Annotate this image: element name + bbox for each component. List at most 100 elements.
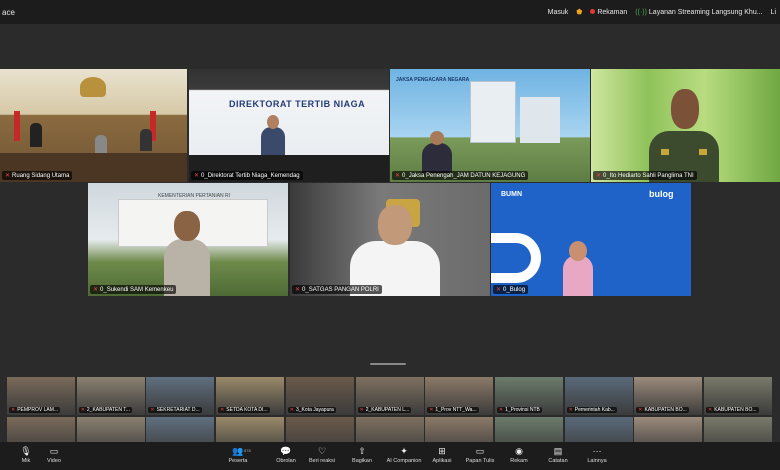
strip-resize-handle[interactable] xyxy=(370,363,406,365)
live-stream-icon: ((·)) xyxy=(635,8,647,16)
thumbnail-tile[interactable]: ✕ SETDA KOTA DI... xyxy=(216,377,285,415)
mic-muted-icon: ✕ xyxy=(5,173,11,179)
toolbar-label: Lainnya xyxy=(587,458,607,464)
mic-muted-icon: ✕ xyxy=(11,407,16,413)
meeting-toolbar: 🎙 Mik ▭ Video 👥 878 Peserta 💬 Obrolan ♡ Beri reaks… xyxy=(0,442,780,470)
participant-name: ✕ 0_Direktorat Tertib Niaga_Kemendag xyxy=(191,171,303,180)
notes-icon: ▤ xyxy=(553,446,563,456)
toolbar-heart-button[interactable]: ♡ Beri reaksi xyxy=(302,446,342,464)
bulog-backdrop-scene: BUMN bulog xyxy=(491,183,691,296)
thumbnail-name: ✕ 1_Prov NTT_Wa... xyxy=(427,407,479,413)
toolbar-apps-button[interactable]: ⊞ Aplikasi xyxy=(422,446,462,464)
toolbar-label: Beri reaksi xyxy=(309,458,335,464)
toolbar-share-button[interactable]: ⇧ Bagikan xyxy=(342,446,382,464)
toolbar-record-button[interactable]: ◉ Rekam xyxy=(499,446,539,464)
mic-muted-icon: ✕ xyxy=(496,287,502,293)
toolbar-label: Mik xyxy=(21,458,31,464)
toolbar-notes-button[interactable]: ▤ Catatan xyxy=(538,446,578,464)
thumbnail-tile[interactable]: ✕ SEKRETARIAT D... xyxy=(146,377,215,415)
chat-icon: 💬 xyxy=(280,446,292,456)
participant-name: ✕ 0_Sukendi SAM Kemenkeu xyxy=(90,285,177,294)
overflow-label[interactable]: Li xyxy=(771,9,776,16)
thumbnail-tile[interactable]: ✕ 1_Provinsi NTB xyxy=(494,377,563,415)
thumbnail-name: ✕ SETDA KOTA DI... xyxy=(218,407,270,413)
toolbar-label: Obrolan xyxy=(276,458,296,464)
video-tile[interactable]: DIREKTORAT TERTIB NIAGA ✕ 0_Direktorat Te… xyxy=(189,69,389,182)
thumbnail-name: ✕ PEMPROV LAM... xyxy=(9,407,61,413)
mic-muted-icon: ✕ xyxy=(429,407,434,413)
toolbar-more-button[interactable]: ⋯ Lainnya xyxy=(577,446,617,464)
toolbar-label: Rekam xyxy=(510,458,528,464)
participant-name: ✕ Ruang Sidang Utama xyxy=(2,171,73,180)
thumbnail-name: ✕ 1_Provinsi NTB xyxy=(496,407,542,413)
toolbar-label: Video xyxy=(47,458,61,464)
mic-muted-icon: ✕ xyxy=(498,407,504,413)
toolbar-whiteboard-button[interactable]: ▭ Papan Tulis xyxy=(460,446,500,464)
mic-muted-icon: ✕ xyxy=(289,407,294,413)
mic-muted-icon: ✕ xyxy=(150,407,155,413)
video-tile[interactable]: BUMN bulog ✕ 0_Bulog xyxy=(491,183,691,296)
mic-muted-icon: ✕ xyxy=(638,407,643,413)
thumbnail-tile[interactable]: ✕ 3_Kota Jayapura xyxy=(285,377,354,415)
backdrop-title: JAKSA PENGACARA NEGARA xyxy=(396,77,470,83)
toolbar-chat-button[interactable]: 💬 Obrolan xyxy=(266,446,306,464)
video-tile[interactable]: JAKSA PENGACARA NEGARA ✕ 0_Jaksa Penengah… xyxy=(390,69,590,182)
live-stream-indicator[interactable]: ((·)) Layanan Streaming Langsung Khu... xyxy=(635,9,762,16)
mic-muted-icon: ✕ xyxy=(395,173,401,179)
bumn-logo-text: BUMN xyxy=(501,191,522,198)
sign-in-button[interactable]: Masuk xyxy=(548,9,569,16)
toolbar-label: Papan Tulis xyxy=(465,458,495,464)
thumbnail-tile[interactable]: ✕ KABUPATEN BO... xyxy=(634,377,703,415)
participant-name: ✕ 0_Ito Hediarto Sahli Panglima TNI xyxy=(593,171,697,180)
video-tile[interactable]: ✕ 0_SATGAS PANGAN POLRI xyxy=(290,183,490,296)
video-tile[interactable]: KEMENTERIAN PERTANIAN RI ✕ 0_Sukendi SAM … xyxy=(88,183,288,296)
toolbar-participants-button[interactable]: 👥 878 Peserta xyxy=(218,446,258,464)
mic-muted-icon: ✕ xyxy=(93,287,99,293)
mic-muted-icon: ✕ xyxy=(194,173,200,179)
toolbar-label: Aplikasi xyxy=(432,458,452,464)
participant-count: 878 xyxy=(244,448,251,453)
window-titlebar: ace Masuk ⬟ Rekaman ((·)) Layanan Stream… xyxy=(0,0,780,24)
shield-icon[interactable]: ⬟ xyxy=(576,8,582,16)
mic-muted-icon: ✕ xyxy=(596,173,602,179)
thumbnail-tile[interactable]: ✕ Pemerintah Kab... xyxy=(564,377,633,415)
thumbnail-name: ✕ KABUPATEN BO... xyxy=(636,407,689,413)
thumbnail-name: ✕ KABUPATEN BO... xyxy=(706,407,759,413)
mic-muted-icon: ✕ xyxy=(295,287,301,293)
banner-text: DIREKTORAT TERTIB NIAGA xyxy=(229,99,366,109)
recording-indicator[interactable]: Rekaman xyxy=(590,9,627,16)
thumbnail-name: ✕ 2_KABUPATEN L... xyxy=(357,407,412,413)
thumbnail-tile[interactable]: ✕ PEMPROV LAM... xyxy=(7,377,75,415)
mic-icon: 🎙 xyxy=(20,446,32,456)
mic-muted-icon: ✕ xyxy=(80,407,85,413)
video-tile[interactable]: ✕ Ruang Sidang Utama xyxy=(0,69,187,182)
window-controls: Masuk ⬟ Rekaman ((·)) Layanan Streaming … xyxy=(548,8,776,17)
thumbnail-tile[interactable]: ✕ 1_Prov NTT_Wa... xyxy=(425,377,494,415)
toolbar-label: Peserta xyxy=(228,458,248,464)
participants-icon: 👥 xyxy=(232,446,244,456)
mic-muted-icon: ✕ xyxy=(568,407,573,413)
toolbar-ai-sparkle-button[interactable]: ✦ AI Companion xyxy=(384,446,424,464)
participant-name: ✕ 0_SATGAS PANGAN POLRI xyxy=(292,285,382,294)
toolbar-video-button[interactable]: ▭ Video xyxy=(34,446,74,464)
thumbnail-tile[interactable]: ✕ KABUPATEN BO... xyxy=(704,377,772,415)
building-backdrop-scene: JAKSA PENGACARA NEGARA xyxy=(390,69,590,182)
heart-icon: ♡ xyxy=(317,446,327,456)
toolbar-label: Catatan xyxy=(548,458,568,464)
participant-name: ✕ 0_Bulog xyxy=(493,285,529,294)
bulog-logo-text: bulog xyxy=(649,189,674,199)
share-icon: ⇧ xyxy=(358,446,366,456)
gallery-stage: ✕ Ruang Sidang Utama DIREKTORAT TERTIB NI… xyxy=(0,24,780,455)
thumbnail-tile[interactable]: ✕ 2_KABUPATEN L... xyxy=(355,377,424,415)
office-banner-scene: DIREKTORAT TERTIB NIAGA xyxy=(189,69,389,182)
thumbnail-tile[interactable]: ✕ 2_KABUPATEN T... xyxy=(76,377,145,415)
mic-muted-icon: ✕ xyxy=(708,407,713,413)
meeting-room-scene xyxy=(0,69,187,182)
record-dot-icon xyxy=(590,9,596,15)
apps-icon: ⊞ xyxy=(438,446,446,456)
active-speaker-tile[interactable]: ✕ 0_Ito Hediarto Sahli Panglima TNI xyxy=(591,69,780,182)
thumbnail-name: ✕ Pemerintah Kab... xyxy=(566,407,617,413)
toolbar-label: AI Companion xyxy=(386,458,422,464)
video-icon: ▭ xyxy=(49,446,59,456)
grass-backdrop-scene xyxy=(591,69,780,182)
